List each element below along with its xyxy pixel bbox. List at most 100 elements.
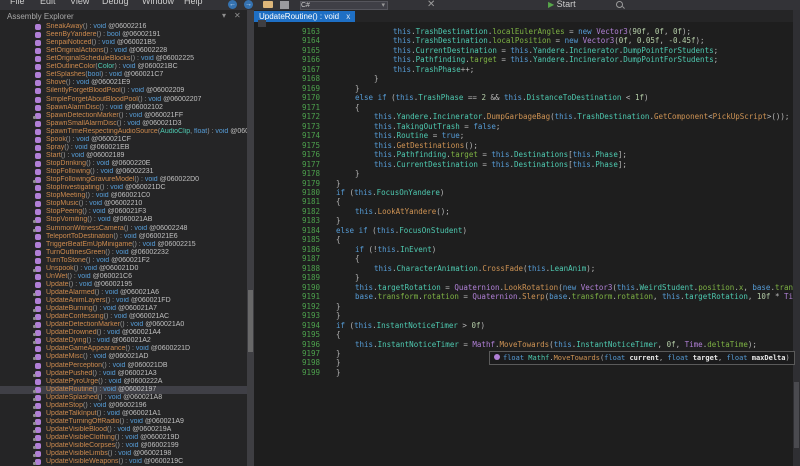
code-line-9163[interactable]: 9163this.TrashDestination.localEulerAngl… <box>254 27 800 36</box>
tree-item-stopmeeting[interactable]: StopMeeting() : void @060021C0 <box>0 192 247 200</box>
tree-item-turntostone[interactable]: TurnToStone() : void @060021F2 <box>0 257 247 265</box>
code-line-9183[interactable]: 9183} <box>254 216 800 225</box>
code-line-9166[interactable]: 9166this.Pathfinding.target = this.Yande… <box>254 55 800 64</box>
open-folder-icon[interactable] <box>263 1 273 8</box>
tree-item-updatealarmed[interactable]: UpdateAlarmed() : void @060021A6 <box>0 289 247 297</box>
code-view[interactable]: 9163this.TrashDestination.localEulerAngl… <box>254 22 800 466</box>
tree-item-summonwitnesscamera[interactable]: SummonWitnessCamera() : void @06002248 <box>0 225 247 233</box>
tree-item-updateperception[interactable]: UpdatePerception() : void @060021DB <box>0 362 247 370</box>
tree-item-sneakaway[interactable]: SneakAway() : void @06002216 <box>0 23 247 31</box>
tree-scrollbar[interactable] <box>247 10 254 466</box>
menu-help[interactable]: Help <box>184 0 203 6</box>
code-line-9188[interactable]: 9188this.CharacterAnimation.CrossFade(th… <box>254 264 800 273</box>
tab-updateroutine[interactable]: UpdateRoutine() : void x <box>254 11 355 22</box>
tree-item-updatevisiblecorpses[interactable]: UpdateVisibleCorpses() : void @06002199 <box>0 442 247 450</box>
tree-item-unspook[interactable]: Unspook() : void @060021D0 <box>0 265 247 273</box>
code-line-9175[interactable]: 9175this.GetDestinations(); <box>254 141 800 150</box>
code-line-9199[interactable]: 9199} <box>254 368 800 377</box>
tree-item-updatestop[interactable]: UpdateStop() : void @06002196 <box>0 402 247 410</box>
navigate-back-icon[interactable]: ← <box>228 0 237 9</box>
close-document-icon[interactable]: ✕ <box>427 0 435 10</box>
tree-item-spray[interactable]: Spray() : void @060021EB <box>0 144 247 152</box>
code-line-9195[interactable]: 9195{ <box>254 330 800 339</box>
tree-item-setoutlinecolor[interactable]: SetOutlineColor(Color) : void @060021BC <box>0 63 247 71</box>
save-all-icon[interactable] <box>280 1 289 9</box>
editor-scrollbar-thumb[interactable] <box>794 382 799 448</box>
code-line-9168[interactable]: 9168} <box>254 74 800 83</box>
tree-item-updatevisibleclothing[interactable]: UpdateVisibleClothing() : void @0600219D <box>0 434 247 442</box>
menu-debug[interactable]: Debug <box>102 0 129 6</box>
code-line-9164[interactable]: 9164this.TrashDestination.localPosition … <box>254 36 800 45</box>
code-line-9196[interactable]: 9196this.InstantNoticeTimer = Mathf.Move… <box>254 340 800 349</box>
tree-item-updatedying[interactable]: UpdateDying() : void @060021A2 <box>0 337 247 345</box>
tree-item-spook[interactable]: Spook() : void @060021CF <box>0 136 247 144</box>
tree-item-stopvomiting[interactable]: StopVomiting() : void @060021AB <box>0 216 247 224</box>
code-line-9181[interactable]: 9181{ <box>254 197 800 206</box>
tree-item-setoriginalscheduleblocks[interactable]: SetOriginalScheduleBlocks() : void @0600… <box>0 55 247 63</box>
tree-item-updateturningoffradio[interactable]: UpdateTurningOffRadio() : void @060021A9 <box>0 418 247 426</box>
code-line-9180[interactable]: 9180if (this.FocusOnYandere) <box>254 188 800 197</box>
code-line-9174[interactable]: 9174this.Routine = true; <box>254 131 800 140</box>
code-line-9187[interactable]: 9187{ <box>254 254 800 263</box>
code-line-9165[interactable]: 9165this.CurrentDestination = this.Yande… <box>254 46 800 55</box>
code-line-9192[interactable]: 9192} <box>254 302 800 311</box>
tree-item-simpleforgetaboutbloodpool[interactable]: SimpleForgetAboutBloodPool() : void @060… <box>0 96 247 104</box>
tree-item-updatesplashed[interactable]: UpdateSplashed() : void @060021A8 <box>0 394 247 402</box>
tree-item-updatedrowned[interactable]: UpdateDrowned() : void @060021A4 <box>0 329 247 337</box>
tree-item-stopdrinking[interactable]: StopDrinking() : void @0600220E <box>0 160 247 168</box>
tree-item-updatevisiblelimbs[interactable]: UpdateVisibleLimbs() : void @06002198 <box>0 450 247 458</box>
start-debug-button[interactable]: ▶ Start <box>548 0 576 9</box>
menu-window[interactable]: Window <box>142 0 174 6</box>
code-line-9170[interactable]: 9170else if (this.TrashPhase == 2 && thi… <box>254 93 800 102</box>
tab-close-icon[interactable]: x <box>346 12 350 21</box>
tree-item-stoppeeing[interactable]: StopPeeing() : void @060021F3 <box>0 208 247 216</box>
tree-item-start[interactable]: Start() : void @06002189 <box>0 152 247 160</box>
menu-edit[interactable]: Edit <box>40 0 56 6</box>
tree-item-silentlyforgetbloodpool[interactable]: SilentlyForgetBloodPool() : void @060022… <box>0 87 247 95</box>
tree-item-updateroutine[interactable]: UpdateRoutine() : void @06002197 <box>0 386 247 394</box>
code-line-9193[interactable]: 9193} <box>254 311 800 320</box>
tree-item-updatevisibleweapons[interactable]: UpdateVisibleWeapons() : void @0600219C <box>0 458 247 466</box>
tree-item-triggerbeatemupminigame[interactable]: TriggerBeatEmUpMinigame() : void @060022… <box>0 241 247 249</box>
assembly-explorer-header[interactable]: Assembly Explorer ▾ ✕ <box>0 10 247 23</box>
tree-item-updateburning[interactable]: UpdateBurning() : void @060021A7 <box>0 305 247 313</box>
code-line-9178[interactable]: 9178} <box>254 169 800 178</box>
menu-file[interactable]: File <box>10 0 25 6</box>
panel-menu-icon[interactable]: ▾ <box>222 11 226 20</box>
tree-item-updatevisibleblood[interactable]: UpdateVisibleBlood() : void @0600219A <box>0 426 247 434</box>
tree-item-updategameappearance[interactable]: UpdateGameAppearance() : void @0600221D <box>0 345 247 353</box>
code-line-9186[interactable]: 9186if (!this.InEvent) <box>254 245 800 254</box>
tree-item-spawndetectionmarker[interactable]: SpawnDetectionMarker() : void @060021FF <box>0 112 247 120</box>
editor-scrollbar[interactable] <box>793 10 800 466</box>
tree-item-turnoutlinesgreen[interactable]: TurnOutlinesGreen() : void @06002232 <box>0 249 247 257</box>
tree-item-setoriginalactions[interactable]: SetOriginalActions() : void @06002228 <box>0 47 247 55</box>
tree-scrollbar-thumb[interactable] <box>248 290 253 352</box>
code-line-9190[interactable]: 9190this.targetRotation = Quaternion.Loo… <box>254 283 800 292</box>
tree-item-updatepushed[interactable]: UpdatePushed() : void @060021A3 <box>0 370 247 378</box>
code-line-9171[interactable]: 9171{ <box>254 103 800 112</box>
menu-view[interactable]: View <box>70 0 89 6</box>
tree-item-senpainoticed[interactable]: SenpaiNoticed() : void @060021B5 <box>0 39 247 47</box>
tree-item-seenbyyandere[interactable]: SeenByYandere() : bool @06002191 <box>0 31 247 39</box>
tree-item-teleporttodestination[interactable]: TeleportToDestination() : void @060021E6 <box>0 233 247 241</box>
tree-item-stopfollowing[interactable]: StopFollowing() : void @06002231 <box>0 168 247 176</box>
tree-item-stopinvestigating[interactable]: StopInvestigating() : void @060021DC <box>0 184 247 192</box>
tree-item-spawnalarmdisc[interactable]: SpawnAlarmDisc() : void @06002102 <box>0 104 247 112</box>
tree-item-updateconfessing[interactable]: UpdateConfessing() : void @060021AC <box>0 313 247 321</box>
code-line-9179[interactable]: 9179} <box>254 179 800 188</box>
code-line-9173[interactable]: 9173this.TakingOutTrash = false; <box>254 122 800 131</box>
tree-item-update[interactable]: Update() : void @06002195 <box>0 281 247 289</box>
code-line-9182[interactable]: 9182this.LookAtYandere(); <box>254 207 800 216</box>
tree-item-updatedetectionmarker[interactable]: UpdateDetectionMarker() : void @060021A0 <box>0 321 247 329</box>
search-icon[interactable] <box>616 1 623 8</box>
panel-close-icon[interactable]: ✕ <box>234 11 241 20</box>
tree-item-shove[interactable]: Shove() : void @060021E9 <box>0 79 247 87</box>
code-line-9185[interactable]: 9185{ <box>254 235 800 244</box>
tree-item-updatemisc[interactable]: UpdateMisc() : void @060021AD <box>0 353 247 361</box>
tree-item-stopfollowinggravuremodel[interactable]: StopFollowingGravureModel() : void @0600… <box>0 176 247 184</box>
tree-item-spawnsmallalarmdisc[interactable]: SpawnSmallAlarmDisc() : void @060021D3 <box>0 120 247 128</box>
tree-item-setsplashes[interactable]: SetSplashes(bool) : void @060021C7 <box>0 71 247 79</box>
tree-item-updatepyrourge[interactable]: UpdatePyroUrge() : void @0600222A <box>0 378 247 386</box>
code-line-9191[interactable]: 9191base.transform.rotation = Quaternion… <box>254 292 800 301</box>
code-line-9194[interactable]: 9194if (this.InstantNoticeTimer > 0f) <box>254 321 800 330</box>
